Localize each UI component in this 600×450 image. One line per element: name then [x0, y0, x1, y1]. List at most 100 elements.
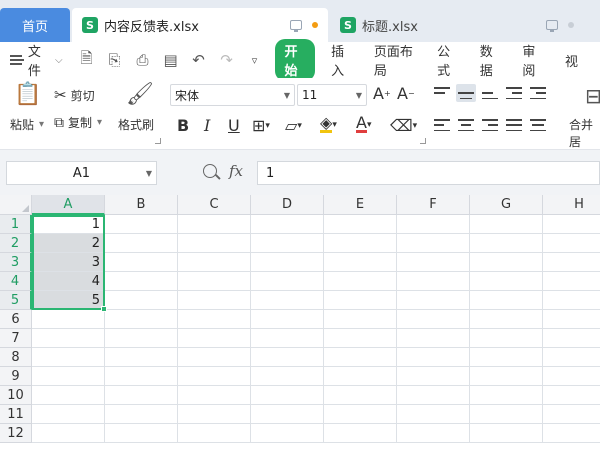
tab-page-layout[interactable]: 页面布局 [374, 41, 415, 79]
font-color-icon[interactable]: A ▾ [356, 115, 371, 133]
cell-a2[interactable]: 2 [32, 234, 105, 253]
cell-g11[interactable] [470, 405, 543, 424]
cell-h1[interactable] [543, 215, 600, 234]
cell-e7[interactable] [324, 329, 397, 348]
cell-e12[interactable] [324, 424, 397, 443]
tab-data[interactable]: 数据 [480, 41, 501, 79]
close-tab-icon[interactable] [568, 22, 574, 28]
cell-a4[interactable]: 4 [32, 272, 105, 291]
fill-handle[interactable] [101, 306, 107, 312]
cell-a6[interactable] [32, 310, 105, 329]
increase-font-size-icon[interactable]: A + [373, 84, 391, 103]
cell-e5[interactable] [324, 291, 397, 310]
cell-a12[interactable] [32, 424, 105, 443]
tab-review[interactable]: 审阅 [522, 41, 543, 79]
clipboard-group-launcher[interactable] [155, 138, 161, 144]
export-pdf-icon[interactable]: ⎘ [107, 51, 123, 69]
tab-view[interactable]: 视 [565, 51, 578, 70]
cell-h2[interactable] [543, 234, 600, 253]
cell-c2[interactable] [178, 234, 251, 253]
cell-e11[interactable] [324, 405, 397, 424]
cell-e6[interactable] [324, 310, 397, 329]
cell-f4[interactable] [397, 272, 470, 291]
cell-f9[interactable] [397, 367, 470, 386]
cell-c7[interactable] [178, 329, 251, 348]
decrease-indent-icon[interactable] [504, 84, 524, 102]
cell-h7[interactable] [543, 329, 600, 348]
row-header-6[interactable]: 6 [0, 310, 32, 329]
cell-d8[interactable] [251, 348, 324, 367]
cell-g6[interactable] [470, 310, 543, 329]
increase-indent-icon[interactable] [528, 84, 548, 102]
cell-h12[interactable] [543, 424, 600, 443]
cell-a11[interactable] [32, 405, 105, 424]
cell-c11[interactable] [178, 405, 251, 424]
cell-d2[interactable] [251, 234, 324, 253]
row-header-9[interactable]: 9 [0, 367, 32, 386]
row-header-8[interactable]: 8 [0, 348, 32, 367]
column-header-e[interactable]: E [324, 195, 397, 215]
cell-f8[interactable] [397, 348, 470, 367]
cell-d1[interactable] [251, 215, 324, 234]
row-header-5[interactable]: 5 [0, 291, 32, 310]
print-preview-icon[interactable]: ▤ [163, 51, 179, 69]
font-group-launcher[interactable] [420, 138, 426, 144]
cell-d7[interactable] [251, 329, 324, 348]
row-header-7[interactable]: 7 [0, 329, 32, 348]
cell-h9[interactable] [543, 367, 600, 386]
row-header-10[interactable]: 10 [0, 386, 32, 405]
italic-icon[interactable]: I [204, 116, 210, 135]
tab-insert[interactable]: 插入 [331, 41, 352, 79]
cell-d12[interactable] [251, 424, 324, 443]
redo-icon[interactable]: ↷ [219, 51, 235, 69]
cell-c6[interactable] [178, 310, 251, 329]
cell-a8[interactable] [32, 348, 105, 367]
cell-g3[interactable] [470, 253, 543, 272]
paste-button[interactable]: 粘贴 ▾ [10, 116, 44, 133]
tab-start[interactable]: 开始 [274, 39, 316, 81]
row-header-12[interactable]: 12 [0, 424, 32, 443]
copy-button[interactable]: ⧉ 复制 ▾ [54, 114, 102, 131]
cell-a3[interactable]: 3 [32, 253, 105, 272]
cell-h5[interactable] [543, 291, 600, 310]
row-header-3[interactable]: 3 [0, 253, 32, 272]
cell-g8[interactable] [470, 348, 543, 367]
cell-b7[interactable] [105, 329, 178, 348]
home-tab[interactable]: 首页 [0, 8, 70, 42]
cell-d9[interactable] [251, 367, 324, 386]
cell-b9[interactable] [105, 367, 178, 386]
cell-h10[interactable] [543, 386, 600, 405]
cell-d10[interactable] [251, 386, 324, 405]
cell-a5[interactable]: 5 [32, 291, 105, 310]
cell-f12[interactable] [397, 424, 470, 443]
formula-input[interactable]: 1 [257, 161, 600, 185]
cell-h8[interactable] [543, 348, 600, 367]
column-header-c[interactable]: C [178, 195, 251, 215]
cell-d11[interactable] [251, 405, 324, 424]
cell-f11[interactable] [397, 405, 470, 424]
cell-b11[interactable] [105, 405, 178, 424]
cell-h3[interactable] [543, 253, 600, 272]
customize-toolbar-icon[interactable]: ▿ [247, 54, 263, 67]
cell-b2[interactable] [105, 234, 178, 253]
cell-c1[interactable] [178, 215, 251, 234]
cell-c8[interactable] [178, 348, 251, 367]
cell-g1[interactable] [470, 215, 543, 234]
cell-g12[interactable] [470, 424, 543, 443]
font-size-select[interactable]: 11 ▼ [297, 84, 367, 106]
cell-g7[interactable] [470, 329, 543, 348]
cell-e8[interactable] [324, 348, 397, 367]
cell-e3[interactable] [324, 253, 397, 272]
column-header-b[interactable]: B [105, 195, 178, 215]
borders-icon[interactable]: ⊞ ▾ [252, 116, 270, 135]
cell-c12[interactable] [178, 424, 251, 443]
row-header-4[interactable]: 4 [0, 272, 32, 291]
cell-f2[interactable] [397, 234, 470, 253]
align-top-icon[interactable] [432, 84, 452, 102]
document-tab-active[interactable]: S 内容反馈表.xlsx [72, 8, 328, 42]
cell-e4[interactable] [324, 272, 397, 291]
name-box[interactable]: A1 ▼ [6, 161, 157, 185]
cell-c3[interactable] [178, 253, 251, 272]
align-middle-icon[interactable] [456, 84, 476, 102]
cell-d3[interactable] [251, 253, 324, 272]
